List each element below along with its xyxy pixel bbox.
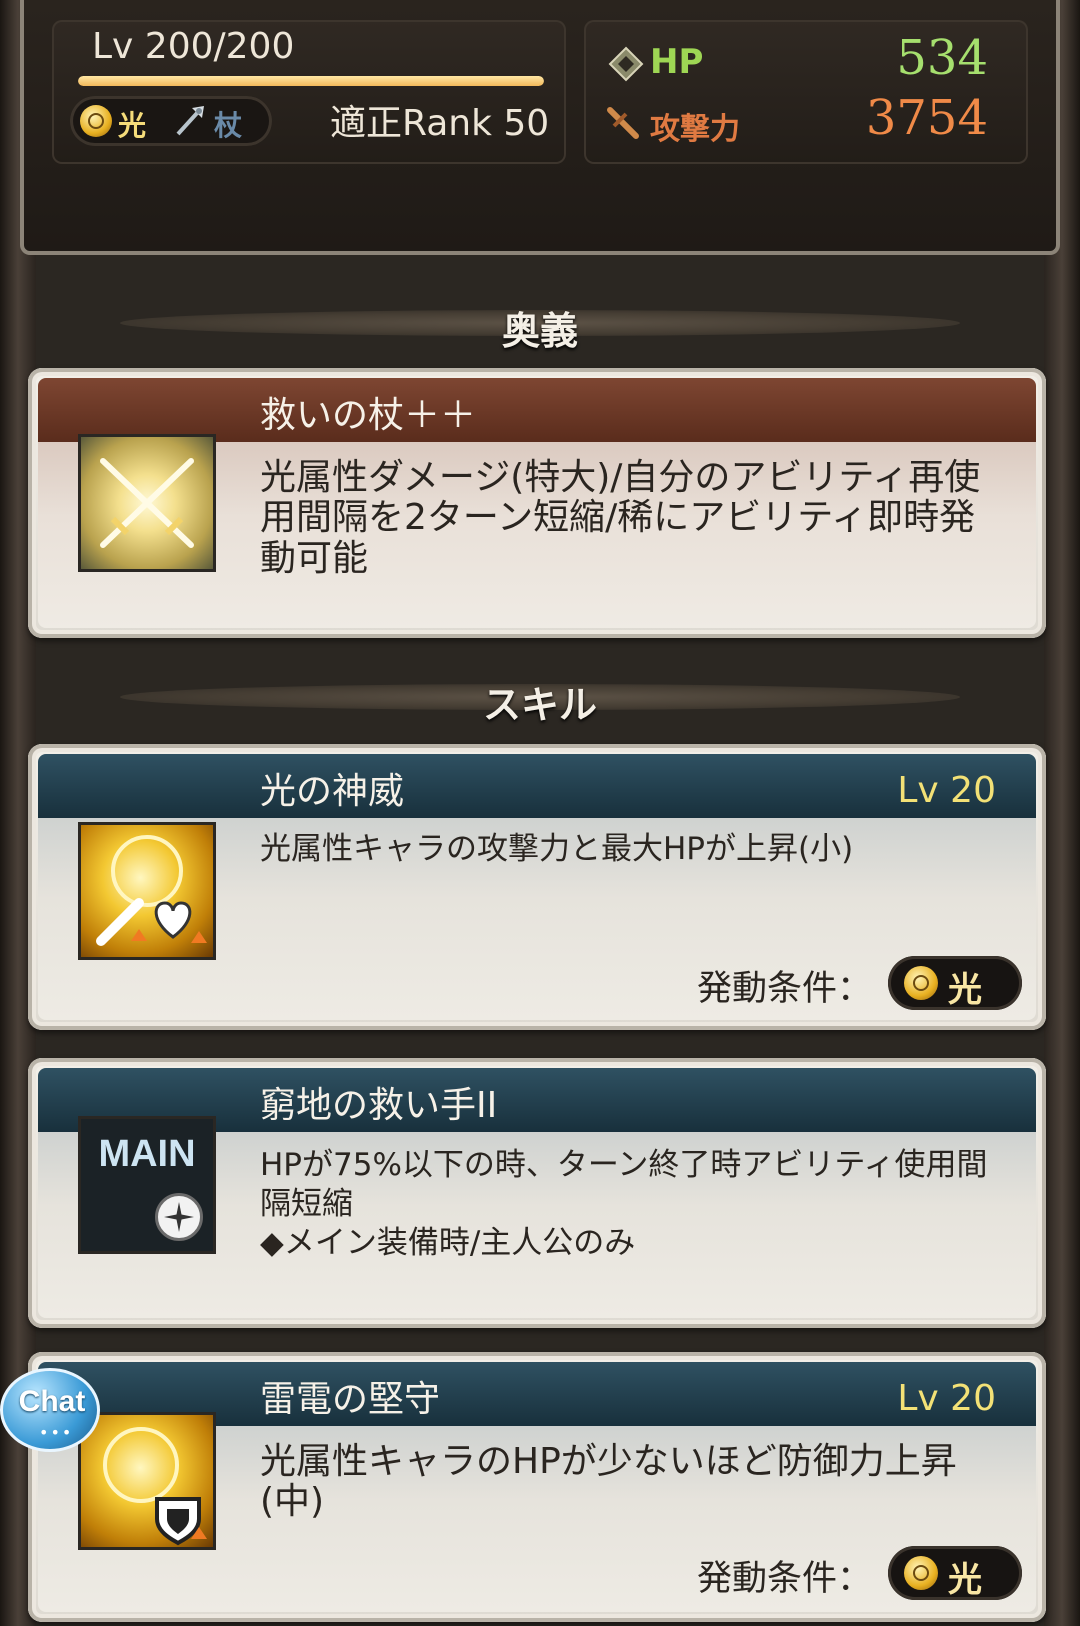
light-element-icon xyxy=(904,966,938,1000)
condition-value: 光 xyxy=(948,1560,982,1600)
hp-diamond-icon xyxy=(608,46,644,82)
activation-condition: 発動条件： 光 xyxy=(622,1546,1022,1600)
attack-value: 3754 xyxy=(865,90,988,146)
skill-level: Lv 20 xyxy=(897,770,996,811)
skill-description-line: HPが75%以下の時、ターン終了時アビリティ使用間隔短縮 xyxy=(260,1147,988,1223)
skill-level: Lv 20 xyxy=(897,1378,996,1419)
level-progress-fill xyxy=(78,76,544,86)
condition-badge: 光 xyxy=(888,956,1022,1010)
skill-card-2[interactable]: 窮地の救い手II MAIN HPが75%以下の時、ターン終了時アビリティ使用間隔… xyxy=(28,1058,1046,1328)
skill-name: 雷電の堅守 xyxy=(260,1379,441,1420)
skill-card-1[interactable]: 光の神威 Lv 20 光属性キャラの攻撃力と最大HPが上昇(小) 発動条件： 光 xyxy=(28,744,1046,1030)
light-element-icon xyxy=(80,105,112,137)
light-element-icon xyxy=(904,1556,938,1590)
ougi-card-header xyxy=(38,378,1036,442)
skill-description: 光属性キャラのHPが少ないほど防御力上昇(中) xyxy=(260,1441,957,1523)
level-text: Lv 200/200 xyxy=(92,26,295,67)
main-weapon-icon: MAIN xyxy=(78,1116,216,1254)
skill-section-title: スキル xyxy=(482,683,597,727)
skill-name: 光の神威 xyxy=(260,771,405,812)
weapon-type-label: 杖 xyxy=(214,109,243,142)
attribute-label: 光 xyxy=(118,109,147,142)
skill-description-line: ◆メイン装備時/主人公のみ xyxy=(260,1225,636,1262)
ougi-description: 光属性ダメージ(特大)/自分のアビリティ再使用間隔を2ターン短縮/稀にアビリティ… xyxy=(260,457,981,579)
skill-description: HPが75%以下の時、ターン終了時アビリティ使用間隔短縮 ◆メイン装備時/主人公… xyxy=(260,1146,996,1263)
chat-button[interactable]: Chat ••• xyxy=(0,1368,100,1452)
attack-label: 攻撃力 xyxy=(650,112,740,147)
crossed-swords-icon xyxy=(78,434,216,572)
level-progress-bar xyxy=(78,76,544,86)
attribute-weapon-badge: 光 杖 xyxy=(70,96,272,146)
level-box: Lv 200/200 光 杖 適正Rank 50 xyxy=(52,20,566,164)
sword-heart-glyph xyxy=(96,835,207,946)
compass-needle xyxy=(164,1202,194,1232)
staff-icon xyxy=(176,106,204,136)
ougi-section-title: 奥義 xyxy=(501,309,578,353)
light-might-icon xyxy=(78,822,216,960)
skill-card-3[interactable]: 雷電の堅守 Lv 20 光属性キャラのHPが少ないほど防御力上昇(中) 発動条件… xyxy=(28,1352,1046,1622)
condition-label: 発動条件： xyxy=(696,969,872,1009)
hp-value: 534 xyxy=(896,30,988,86)
shield-glyph xyxy=(103,1427,207,1546)
main-label: MAIN xyxy=(98,1133,196,1175)
ougi-name: 救いの杖＋＋ xyxy=(260,395,477,436)
ougi-section-header: 奥義 xyxy=(120,298,960,353)
chat-dots: ••• xyxy=(39,1423,74,1442)
ougi-card[interactable]: 救いの杖＋＋ 光属性ダメージ(特大)/自分のアビリティ再使用間隔を2ターン短縮/… xyxy=(28,368,1046,638)
light-defense-icon xyxy=(78,1412,216,1550)
skill-name: 窮地の救い手II xyxy=(260,1085,498,1126)
chat-label: Chat xyxy=(18,1385,86,1418)
condition-label: 発動条件： xyxy=(696,1559,872,1599)
crossed-swords-glyph xyxy=(100,458,194,548)
attack-sword-icon xyxy=(607,107,639,139)
hp-label: HP xyxy=(650,42,704,82)
skill-description: 光属性キャラの攻撃力と最大HPが上昇(小) xyxy=(260,831,854,867)
skill-section-header: スキル xyxy=(120,672,960,727)
compass-icon xyxy=(155,1193,203,1241)
condition-value: 光 xyxy=(948,970,982,1010)
recommended-rank: 適正Rank 50 xyxy=(330,103,550,144)
condition-badge: 光 xyxy=(888,1546,1022,1600)
skill-card-header xyxy=(38,754,1036,818)
activation-condition: 発動条件： 光 xyxy=(622,956,1022,1010)
stats-box: HP 534 攻撃力 3754 xyxy=(584,20,1028,164)
